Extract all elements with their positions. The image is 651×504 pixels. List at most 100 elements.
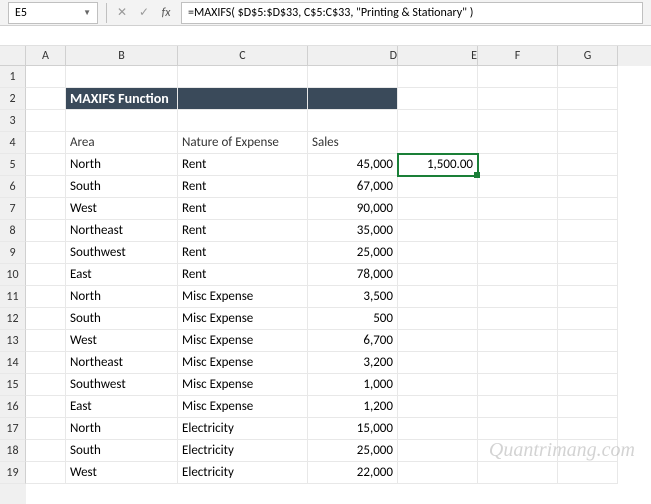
- cell-area[interactable]: West: [66, 462, 178, 484]
- cell[interactable]: [26, 220, 66, 242]
- cell-sales[interactable]: 1,200: [308, 396, 398, 418]
- cell[interactable]: [308, 66, 398, 88]
- cell[interactable]: [558, 242, 618, 264]
- cell[interactable]: [478, 176, 558, 198]
- cell[interactable]: [26, 264, 66, 286]
- cell-area[interactable]: East: [66, 396, 178, 418]
- cell-nature[interactable]: Rent: [178, 264, 308, 286]
- title-cell[interactable]: MAXIFS Function: [66, 88, 178, 110]
- cell[interactable]: [398, 308, 478, 330]
- cell[interactable]: [478, 440, 558, 462]
- cell-nature[interactable]: Rent: [178, 154, 308, 176]
- cell-sales[interactable]: 3,200: [308, 352, 398, 374]
- col-header[interactable]: F: [478, 46, 558, 66]
- row-header[interactable]: 18: [0, 440, 26, 462]
- cell[interactable]: [398, 330, 478, 352]
- cell[interactable]: [478, 154, 558, 176]
- row-header[interactable]: 15: [0, 374, 26, 396]
- header-nature[interactable]: Nature of Expense: [178, 132, 308, 154]
- row-header[interactable]: 1: [0, 66, 26, 88]
- col-header[interactable]: C: [178, 46, 308, 66]
- cell[interactable]: [398, 462, 478, 484]
- cell-nature[interactable]: Rent: [178, 220, 308, 242]
- cell[interactable]: [478, 220, 558, 242]
- cell[interactable]: [66, 66, 178, 88]
- cell-nature[interactable]: Misc Expense: [178, 286, 308, 308]
- cell[interactable]: [398, 176, 478, 198]
- cell-sales[interactable]: 35,000: [308, 220, 398, 242]
- cell-sales[interactable]: 22,000: [308, 462, 398, 484]
- cell[interactable]: [398, 198, 478, 220]
- cell[interactable]: [398, 132, 478, 154]
- cell[interactable]: [66, 110, 178, 132]
- row-header[interactable]: 7: [0, 198, 26, 220]
- cell[interactable]: [178, 88, 308, 110]
- cell[interactable]: [478, 88, 558, 110]
- cell-area[interactable]: West: [66, 198, 178, 220]
- header-area[interactable]: Area: [66, 132, 178, 154]
- cell-sales[interactable]: 67,000: [308, 176, 398, 198]
- cell[interactable]: [558, 440, 618, 462]
- name-box[interactable]: E5 ▼: [8, 2, 98, 24]
- row-header[interactable]: 13: [0, 330, 26, 352]
- cell[interactable]: [26, 352, 66, 374]
- cell-nature[interactable]: Misc Expense: [178, 374, 308, 396]
- header-sales[interactable]: Sales: [308, 132, 398, 154]
- cell[interactable]: [398, 110, 478, 132]
- cell[interactable]: [398, 396, 478, 418]
- cell[interactable]: [26, 440, 66, 462]
- col-header[interactable]: E: [398, 46, 478, 66]
- row-header[interactable]: 19: [0, 462, 26, 484]
- cell[interactable]: [478, 66, 558, 88]
- cell[interactable]: [26, 286, 66, 308]
- cell-sales[interactable]: 90,000: [308, 198, 398, 220]
- cell[interactable]: [558, 110, 618, 132]
- cell[interactable]: [26, 198, 66, 220]
- cell[interactable]: [558, 132, 618, 154]
- cell[interactable]: [308, 110, 398, 132]
- cell[interactable]: [478, 242, 558, 264]
- cell[interactable]: [178, 110, 308, 132]
- cell[interactable]: [178, 66, 308, 88]
- cell[interactable]: [558, 396, 618, 418]
- cell[interactable]: [398, 88, 478, 110]
- cell[interactable]: [26, 308, 66, 330]
- select-all-corner[interactable]: [0, 46, 26, 66]
- col-header[interactable]: G: [558, 46, 618, 66]
- row-header[interactable]: 11: [0, 286, 26, 308]
- cell-sales[interactable]: 3,500: [308, 286, 398, 308]
- cell[interactable]: [398, 418, 478, 440]
- cell[interactable]: [558, 286, 618, 308]
- cell[interactable]: [26, 66, 66, 88]
- cell-area[interactable]: Northeast: [66, 220, 178, 242]
- col-header[interactable]: B: [66, 46, 178, 66]
- cell[interactable]: [478, 330, 558, 352]
- cell[interactable]: [26, 88, 66, 110]
- cell[interactable]: [558, 66, 618, 88]
- cell-sales[interactable]: 6,700: [308, 330, 398, 352]
- cell-nature[interactable]: Misc Expense: [178, 330, 308, 352]
- cell[interactable]: [26, 396, 66, 418]
- cell-nature[interactable]: Misc Expense: [178, 308, 308, 330]
- cell[interactable]: [558, 330, 618, 352]
- cell[interactable]: [558, 308, 618, 330]
- cell-area[interactable]: North: [66, 418, 178, 440]
- cell-area[interactable]: North: [66, 154, 178, 176]
- row-header[interactable]: 9: [0, 242, 26, 264]
- cell-nature[interactable]: Electricity: [178, 462, 308, 484]
- selected-cell[interactable]: 1,500.00: [398, 154, 478, 176]
- cell[interactable]: [478, 110, 558, 132]
- cell-nature[interactable]: Electricity: [178, 418, 308, 440]
- cell[interactable]: [558, 198, 618, 220]
- cell-sales[interactable]: 500: [308, 308, 398, 330]
- cell[interactable]: [558, 418, 618, 440]
- cell[interactable]: [558, 462, 618, 484]
- cell[interactable]: [478, 286, 558, 308]
- cell-sales[interactable]: 25,000: [308, 440, 398, 462]
- cell-sales[interactable]: 45,000: [308, 154, 398, 176]
- cell[interactable]: [26, 330, 66, 352]
- cell[interactable]: [398, 242, 478, 264]
- cell[interactable]: [558, 220, 618, 242]
- cell[interactable]: [26, 242, 66, 264]
- cell-sales[interactable]: 78,000: [308, 264, 398, 286]
